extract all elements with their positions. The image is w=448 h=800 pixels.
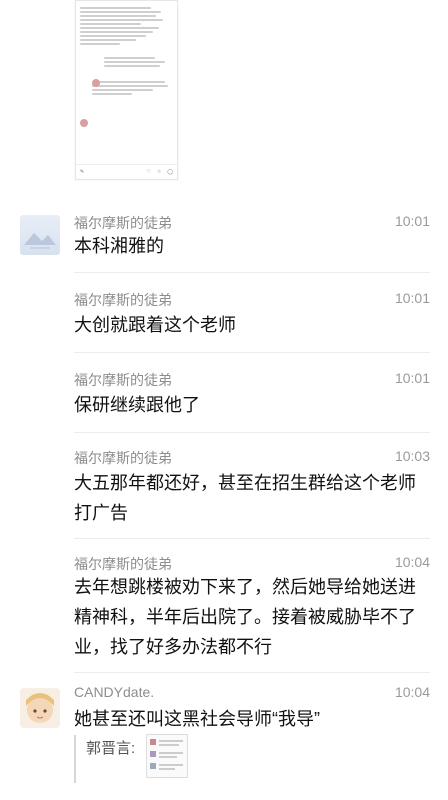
comment-avatar-icon	[92, 79, 100, 87]
divider	[74, 352, 430, 353]
shared-screenshot-thumbnail[interactable]: ✎ ♡ ☆ ◯	[75, 0, 178, 180]
message-time: 10:04	[394, 684, 430, 700]
landscape-avatar-icon	[24, 233, 56, 249]
anime-avatar-icon	[26, 693, 54, 723]
divider	[74, 432, 430, 433]
comment-icon: ◯	[167, 169, 173, 175]
sender-name: 福尔摩斯的徒弟	[74, 215, 172, 231]
message-text: 本科湘雅的	[74, 236, 164, 256]
divider	[74, 272, 430, 273]
heart-icon: ♡	[146, 169, 151, 175]
thumbnail-action-bar: ✎ ♡ ☆ ◯	[76, 164, 177, 179]
message-text: 保研继续跟他了	[74, 395, 200, 415]
pen-icon: ✎	[80, 169, 85, 175]
message-text: 大五那年都还好，甚至在招生群给这个老师打广告	[74, 473, 416, 523]
sender-name: 福尔摩斯的徒弟	[74, 556, 172, 572]
message-time: 10:01	[394, 370, 430, 386]
message-text: 她甚至还叫这黑社会导师“我导”	[74, 709, 320, 729]
sender-name: 福尔摩斯的徒弟	[74, 292, 172, 308]
sender-name: 福尔摩斯的徒弟	[74, 450, 172, 466]
image-icon	[150, 739, 183, 770]
avatar[interactable]	[20, 688, 60, 728]
comment-avatar-icon	[80, 119, 88, 127]
quote-sender: 郭晋言:	[86, 740, 136, 757]
quote-bar	[74, 735, 76, 783]
star-icon: ☆	[156, 169, 162, 175]
message-time: 10:04	[394, 554, 430, 570]
avatar[interactable]	[20, 215, 60, 255]
message-text: 去年想跳楼被劝下来了，然后她导给她送进精神科，半年后出院了。接着被威胁毕不了业，…	[74, 577, 416, 657]
divider	[74, 672, 430, 673]
quoted-image-thumbnail[interactable]	[146, 734, 188, 778]
message-time: 10:01	[394, 213, 430, 229]
sender-name: 福尔摩斯的徒弟	[74, 372, 172, 388]
sender-name: CANDYdate.	[74, 684, 155, 700]
divider	[74, 538, 430, 539]
message-time: 10:03	[394, 448, 430, 464]
message-time: 10:01	[394, 290, 430, 306]
message-text: 大创就跟着这个老师	[74, 315, 236, 335]
